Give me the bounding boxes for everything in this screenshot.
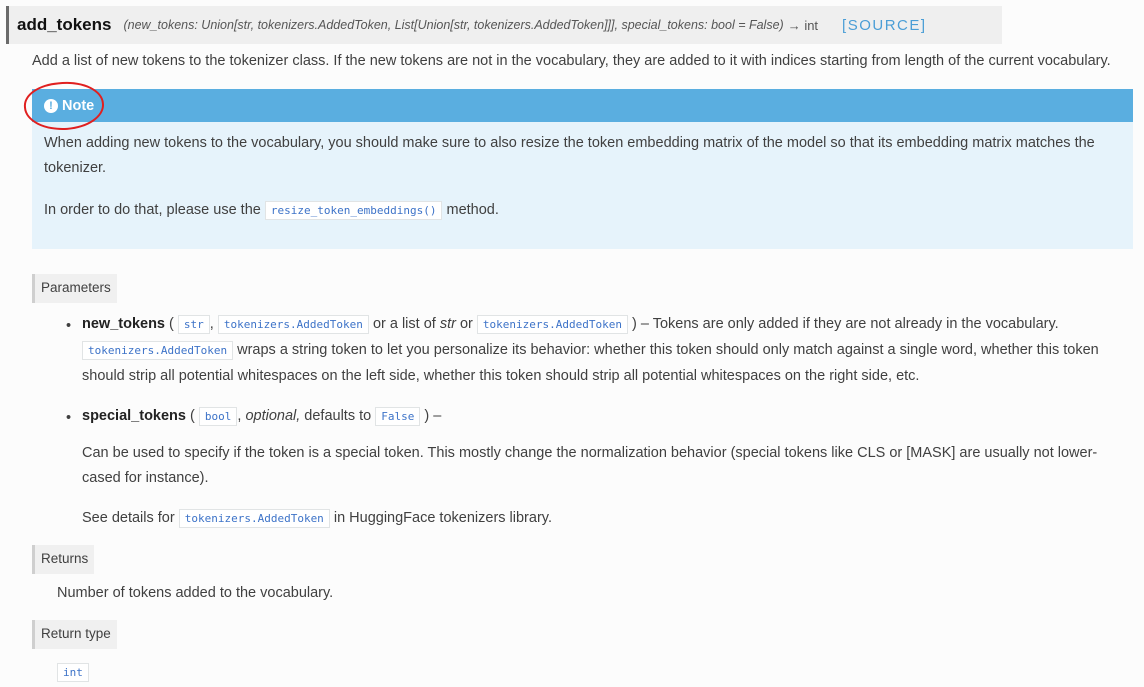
type-added-token-link[interactable]: tokenizers.AddedToken [217,315,369,334]
param-name: special_tokens [82,408,186,424]
return-type-code: int [57,663,89,682]
param-new-tokens: new_tokens ( str, tokenizers.AddedToken … [82,311,1059,338]
note-header: ! Note [32,89,1133,122]
default-value: False [375,407,421,426]
method-name: add_tokens [17,15,112,34]
param-new-tokens-line2: tokenizers.AddedToken wraps a string tok… [82,337,1099,364]
type-added-token-link[interactable]: tokenizers.AddedToken [476,315,628,334]
method-description: Add a list of new tokens to the tokenize… [32,53,1111,69]
note-text: method. [446,202,499,218]
exclamation-circle-icon: ! [44,98,58,113]
type-bool: bool [198,407,238,426]
return-type-label: Return type [32,620,117,649]
return-annotation: → int [787,17,819,33]
type-added-token-link[interactable]: tokenizers.AddedToken [82,341,234,360]
text: in HuggingFace tokenizers library. [333,510,552,526]
special-tokens-desc-1: Can be used to specify if the token is a… [82,445,1098,461]
parameters-label: Parameters [32,274,117,303]
note-admonition: ! Note When adding new tokens to the voc… [32,89,1133,249]
bullet: • [66,410,72,426]
paren: ( [185,408,195,424]
comma: , [209,316,214,332]
method-signature: add_tokens (new_tokens: Union[str, token… [6,6,1002,44]
optional-label: optional, [245,408,301,424]
note-text: In order to do that, please use the [44,202,261,218]
source-link[interactable]: [SOURCE] [842,17,927,34]
returns-label: Returns [32,545,95,574]
resize-embeddings-link[interactable]: resize_token_embeddings() [264,201,443,220]
text: or a list of [372,316,436,332]
type-str: str [177,315,210,334]
paren: ( [165,316,174,332]
param-name: new_tokens [82,316,165,332]
param-new-tokens-line3: should strip all potential whitespaces o… [82,368,920,384]
special-tokens-see-details: See details for tokenizers.AddedToken in… [82,505,552,532]
special-tokens-desc-2: cased for instance). [82,470,209,486]
note-title: Note [62,97,95,114]
method-params: (new_tokens: Union[str, tokenizers.Added… [123,18,784,32]
text: ) – [424,408,442,424]
note-paragraph-1: When adding new tokens to the vocabulary… [44,135,1095,176]
return-type-value: int [57,659,89,686]
type-added-token-link[interactable]: tokenizers.AddedToken [178,509,330,528]
text: or [459,316,473,332]
returns-text: Number of tokens added to the vocabulary… [57,585,334,601]
param-special-tokens: special_tokens ( bool, optional, default… [82,407,442,426]
param-desc: wraps a string token to let you personal… [237,342,1099,358]
note-paragraph-2: In order to do that, please use the resi… [44,198,499,223]
text: defaults to [304,408,372,424]
param-desc: ) – Tokens are only added if they are no… [632,316,1059,332]
type-italic: str [439,316,456,332]
text: See details for [82,510,175,526]
bullet: • [66,318,72,334]
